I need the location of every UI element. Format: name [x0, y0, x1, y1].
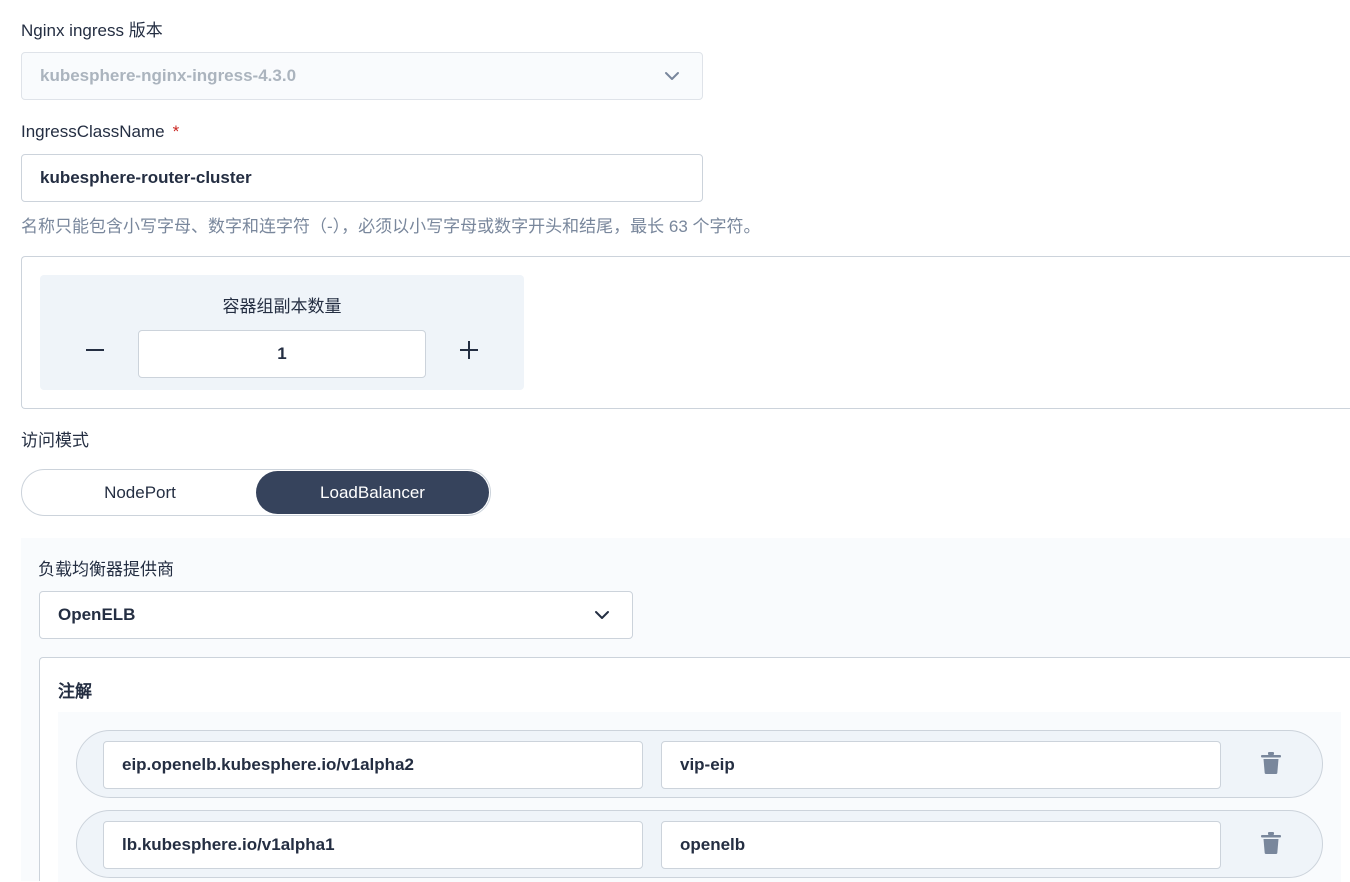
option-nodeport[interactable]: NodePort — [23, 471, 257, 514]
decrement-button[interactable] — [76, 333, 114, 367]
minus-icon — [86, 349, 104, 351]
ingress-class-hint: 名称只能包含小写字母、数字和连字符（-），必须以小写字母或数字开头和结尾，最长 … — [21, 217, 761, 236]
ingress-class-value: kubesphere-router-cluster — [40, 168, 252, 187]
nginx-version-value: kubesphere-nginx-ingress-4.3.0 — [40, 66, 297, 85]
ingress-class-label-text: IngressClassName — [21, 122, 165, 141]
replica-title: 容器组副本数量 — [222, 297, 342, 316]
lb-provider-value: OpenELB — [58, 605, 136, 624]
replica-count-input[interactable]: 1 — [138, 330, 426, 378]
annotations-card: 注解 eip.openelb.kubesphere.io/v1alpha2 vi… — [39, 657, 1350, 882]
annotation-value-input[interactable]: openelb — [661, 821, 1221, 869]
annotation-value-input[interactable]: vip-eip — [661, 741, 1221, 789]
replica-count-value: 1 — [277, 344, 287, 363]
trash-icon[interactable] — [1261, 832, 1281, 854]
annotation-key-input[interactable]: lb.kubesphere.io/v1alpha1 — [103, 821, 643, 869]
option-loadbalancer[interactable]: LoadBalancer — [256, 471, 489, 514]
access-mode-toggle: NodePort LoadBalancer — [21, 469, 491, 516]
nginx-version-label: Nginx ingress 版本 — [21, 21, 163, 40]
annotation-row: eip.openelb.kubesphere.io/v1alpha2 vip-e… — [76, 730, 1323, 798]
chevron-down-icon — [665, 72, 679, 80]
increment-button[interactable] — [450, 333, 488, 367]
trash-icon[interactable] — [1261, 752, 1281, 774]
annotations-list: eip.openelb.kubesphere.io/v1alpha2 vip-e… — [58, 712, 1341, 882]
annotation-value-text: vip-eip — [680, 755, 735, 774]
annotation-row: lb.kubesphere.io/v1alpha1 openelb — [76, 810, 1323, 878]
annotation-key-input[interactable]: eip.openelb.kubesphere.io/v1alpha2 — [103, 741, 643, 789]
replica-card: 容器组副本数量 1 — [21, 256, 1350, 409]
nginx-version-select: kubesphere-nginx-ingress-4.3.0 — [21, 52, 703, 100]
annotation-value-text: openelb — [680, 835, 746, 854]
ingress-class-input[interactable]: kubesphere-router-cluster — [21, 154, 703, 202]
plus-icon — [460, 341, 478, 359]
chevron-down-icon — [595, 611, 609, 619]
ingress-class-label: IngressClassName * — [21, 122, 179, 142]
annotation-key-value: lb.kubesphere.io/v1alpha1 — [122, 835, 335, 854]
access-mode-label: 访问模式 — [21, 431, 89, 450]
load-balancer-panel: 负载均衡器提供商 OpenELB 注解 eip.openelb.kubesphe… — [21, 538, 1350, 882]
annotations-title: 注解 — [58, 682, 92, 701]
lb-provider-label: 负载均衡器提供商 — [38, 560, 174, 579]
annotation-key-value: eip.openelb.kubesphere.io/v1alpha2 — [122, 755, 414, 774]
lb-provider-select[interactable]: OpenELB — [39, 591, 633, 639]
replica-stepper-box: 容器组副本数量 1 — [40, 275, 524, 390]
required-mark: * — [172, 122, 180, 141]
